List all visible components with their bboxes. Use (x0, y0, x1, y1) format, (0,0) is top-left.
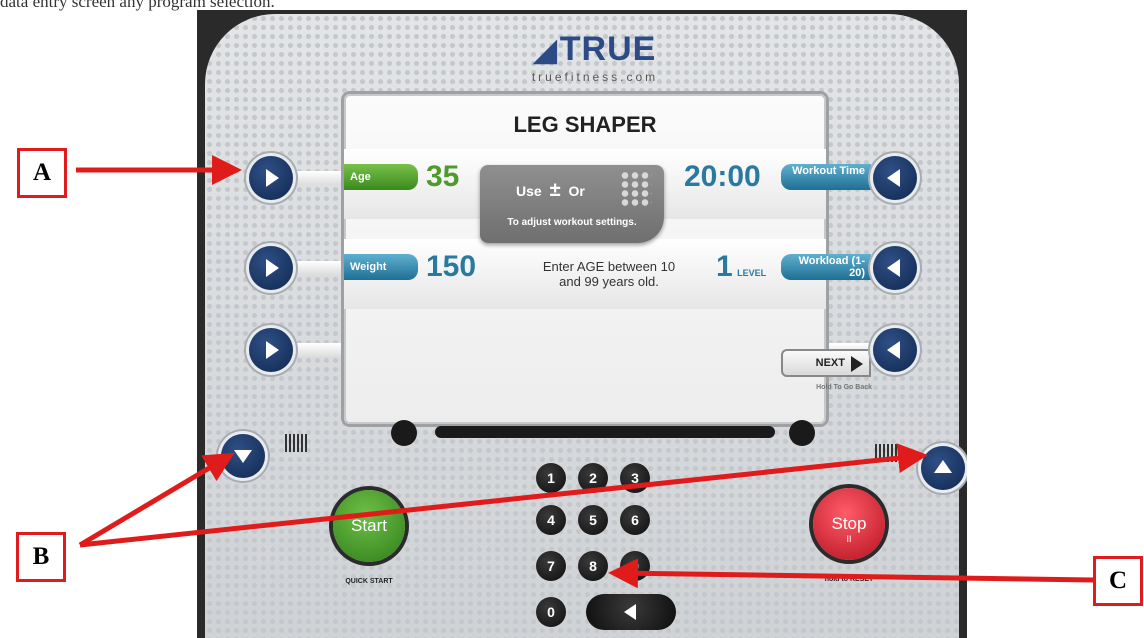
annotation-arrows (76, 155, 1094, 589)
callout-a: A (17, 148, 67, 198)
arrow-c (608, 558, 1094, 589)
callout-b: B (16, 532, 66, 582)
callout-c: C (1093, 556, 1143, 606)
